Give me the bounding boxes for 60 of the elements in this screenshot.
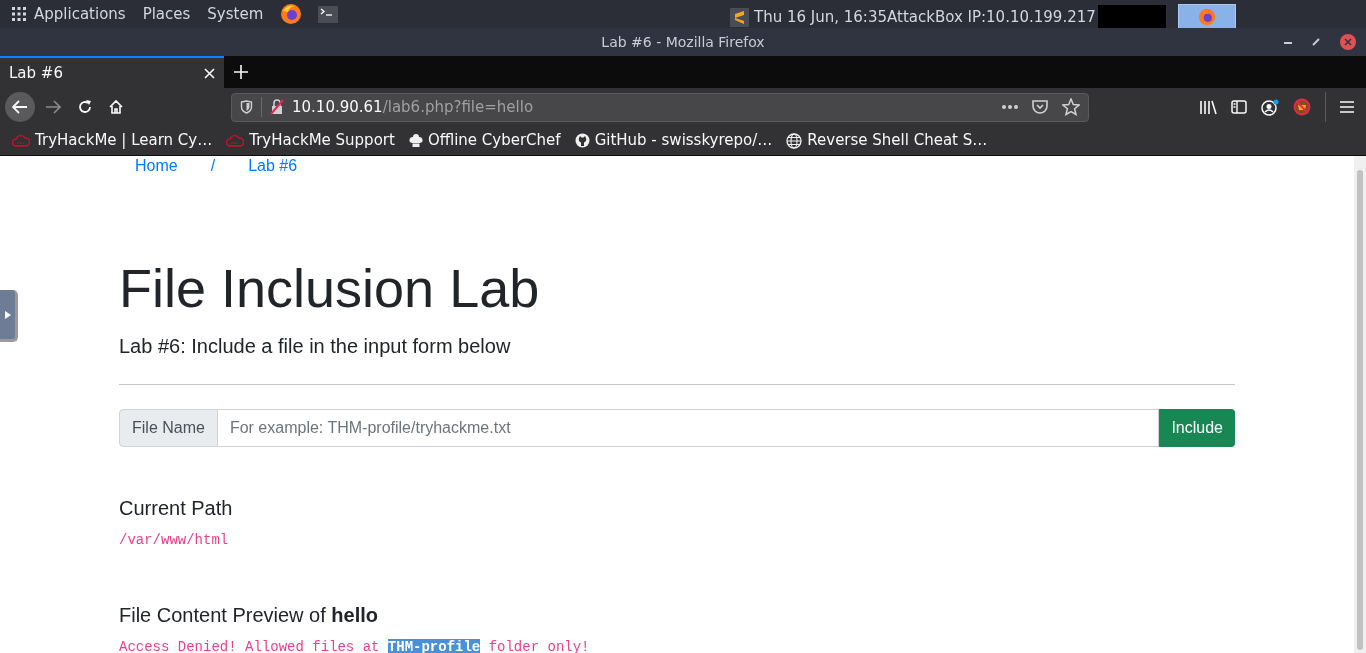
path-text: /var/www/html <box>119 531 230 550</box>
github-icon <box>574 133 590 148</box>
reload-icon[interactable] <box>77 99 93 115</box>
close-icon[interactable] <box>1340 34 1356 50</box>
sidebar-icon[interactable] <box>1231 100 1247 114</box>
more-icon[interactable] <box>1002 105 1018 109</box>
account-icon[interactable] <box>1261 98 1279 116</box>
bookmark-item[interactable]: Reverse Shell Cheat S… <box>786 129 988 152</box>
page-heading: File Inclusion Lab <box>119 257 541 320</box>
file-name-input[interactable]: For example: THM-profile/tryhackme.txt <box>217 409 1160 447</box>
panel-menu[interactable]: Applications <box>34 2 126 26</box>
panel-menu[interactable]: System <box>207 2 264 26</box>
new-tab-icon[interactable] <box>234 65 248 79</box>
system-monitor <box>1097 5 1166 29</box>
forward-arrow-icon[interactable] <box>45 100 61 114</box>
back-button[interactable] <box>5 92 35 122</box>
ip-address: AttackBox IP:10.10.199.217 <box>887 6 1096 28</box>
chef-hat-icon <box>408 133 423 148</box>
apps-grid-icon[interactable] <box>12 7 26 21</box>
globe-icon <box>786 132 803 149</box>
pocket-icon[interactable] <box>1032 99 1048 115</box>
back-arrow-icon <box>12 100 28 114</box>
breadcrumb-link[interactable]: Home <box>135 156 178 176</box>
url-bar[interactable]: 10.10.90.61/lab6.php?file=hello <box>231 92 1089 122</box>
sublime-icon[interactable] <box>730 7 749 27</box>
menu-icon[interactable] <box>1340 101 1354 113</box>
firefox-icon[interactable] <box>280 3 303 25</box>
insecure-lock-icon[interactable] <box>270 99 284 115</box>
field-label: File Name <box>119 409 218 447</box>
home-icon[interactable] <box>108 99 124 115</box>
scrollbar-thumb[interactable] <box>1357 170 1363 650</box>
terminal-icon[interactable] <box>318 5 339 23</box>
page-subtitle: Lab #6: Include a file in the input form below <box>119 334 512 359</box>
bookmark-item[interactable]: TryHackMe | Learn Cy… <box>12 129 213 152</box>
section-heading: File Content Preview of hello <box>119 603 379 627</box>
bookmark-item[interactable]: TryHackMe Support <box>226 129 395 152</box>
extension-icon[interactable] <box>1293 98 1311 116</box>
taskbar-item[interactable] <box>1177 4 1236 30</box>
shield-icon[interactable] <box>240 100 253 114</box>
clock: Thu 16 Jun, 16:35 <box>754 6 887 28</box>
url-text: 10.10.90.61/lab6.php?file=hello <box>292 96 534 118</box>
include-button[interactable]: Include <box>1159 409 1235 447</box>
error-message: Access Denied! Allowed files at THM-profile folder only! <box>119 638 591 653</box>
cloud-icon <box>12 134 30 147</box>
cloud-icon <box>226 134 245 147</box>
firefox-icon <box>1197 8 1216 26</box>
panel-menu[interactable]: Places <box>142 2 191 26</box>
library-icon[interactable] <box>1200 99 1217 115</box>
side-panel-handle[interactable] <box>0 290 18 342</box>
breadcrumb-separator: / <box>210 156 216 176</box>
close-tab-icon[interactable] <box>204 67 215 79</box>
section-heading: Current Path <box>119 496 234 520</box>
bookmark-item[interactable]: GitHub - swisskyrepo/… <box>574 129 773 152</box>
bookmark-star-icon[interactable] <box>1062 98 1080 116</box>
play-icon <box>4 310 11 319</box>
tab-title: Lab #6 <box>9 62 63 84</box>
window-title: Lab #6 - Mozilla Firefox <box>601 32 765 52</box>
breadcrumb-link[interactable]: Lab #6 <box>248 156 298 176</box>
bookmark-item[interactable]: Offline CyberChef <box>408 129 561 152</box>
browser-tab[interactable]: Lab #6 <box>0 56 224 88</box>
